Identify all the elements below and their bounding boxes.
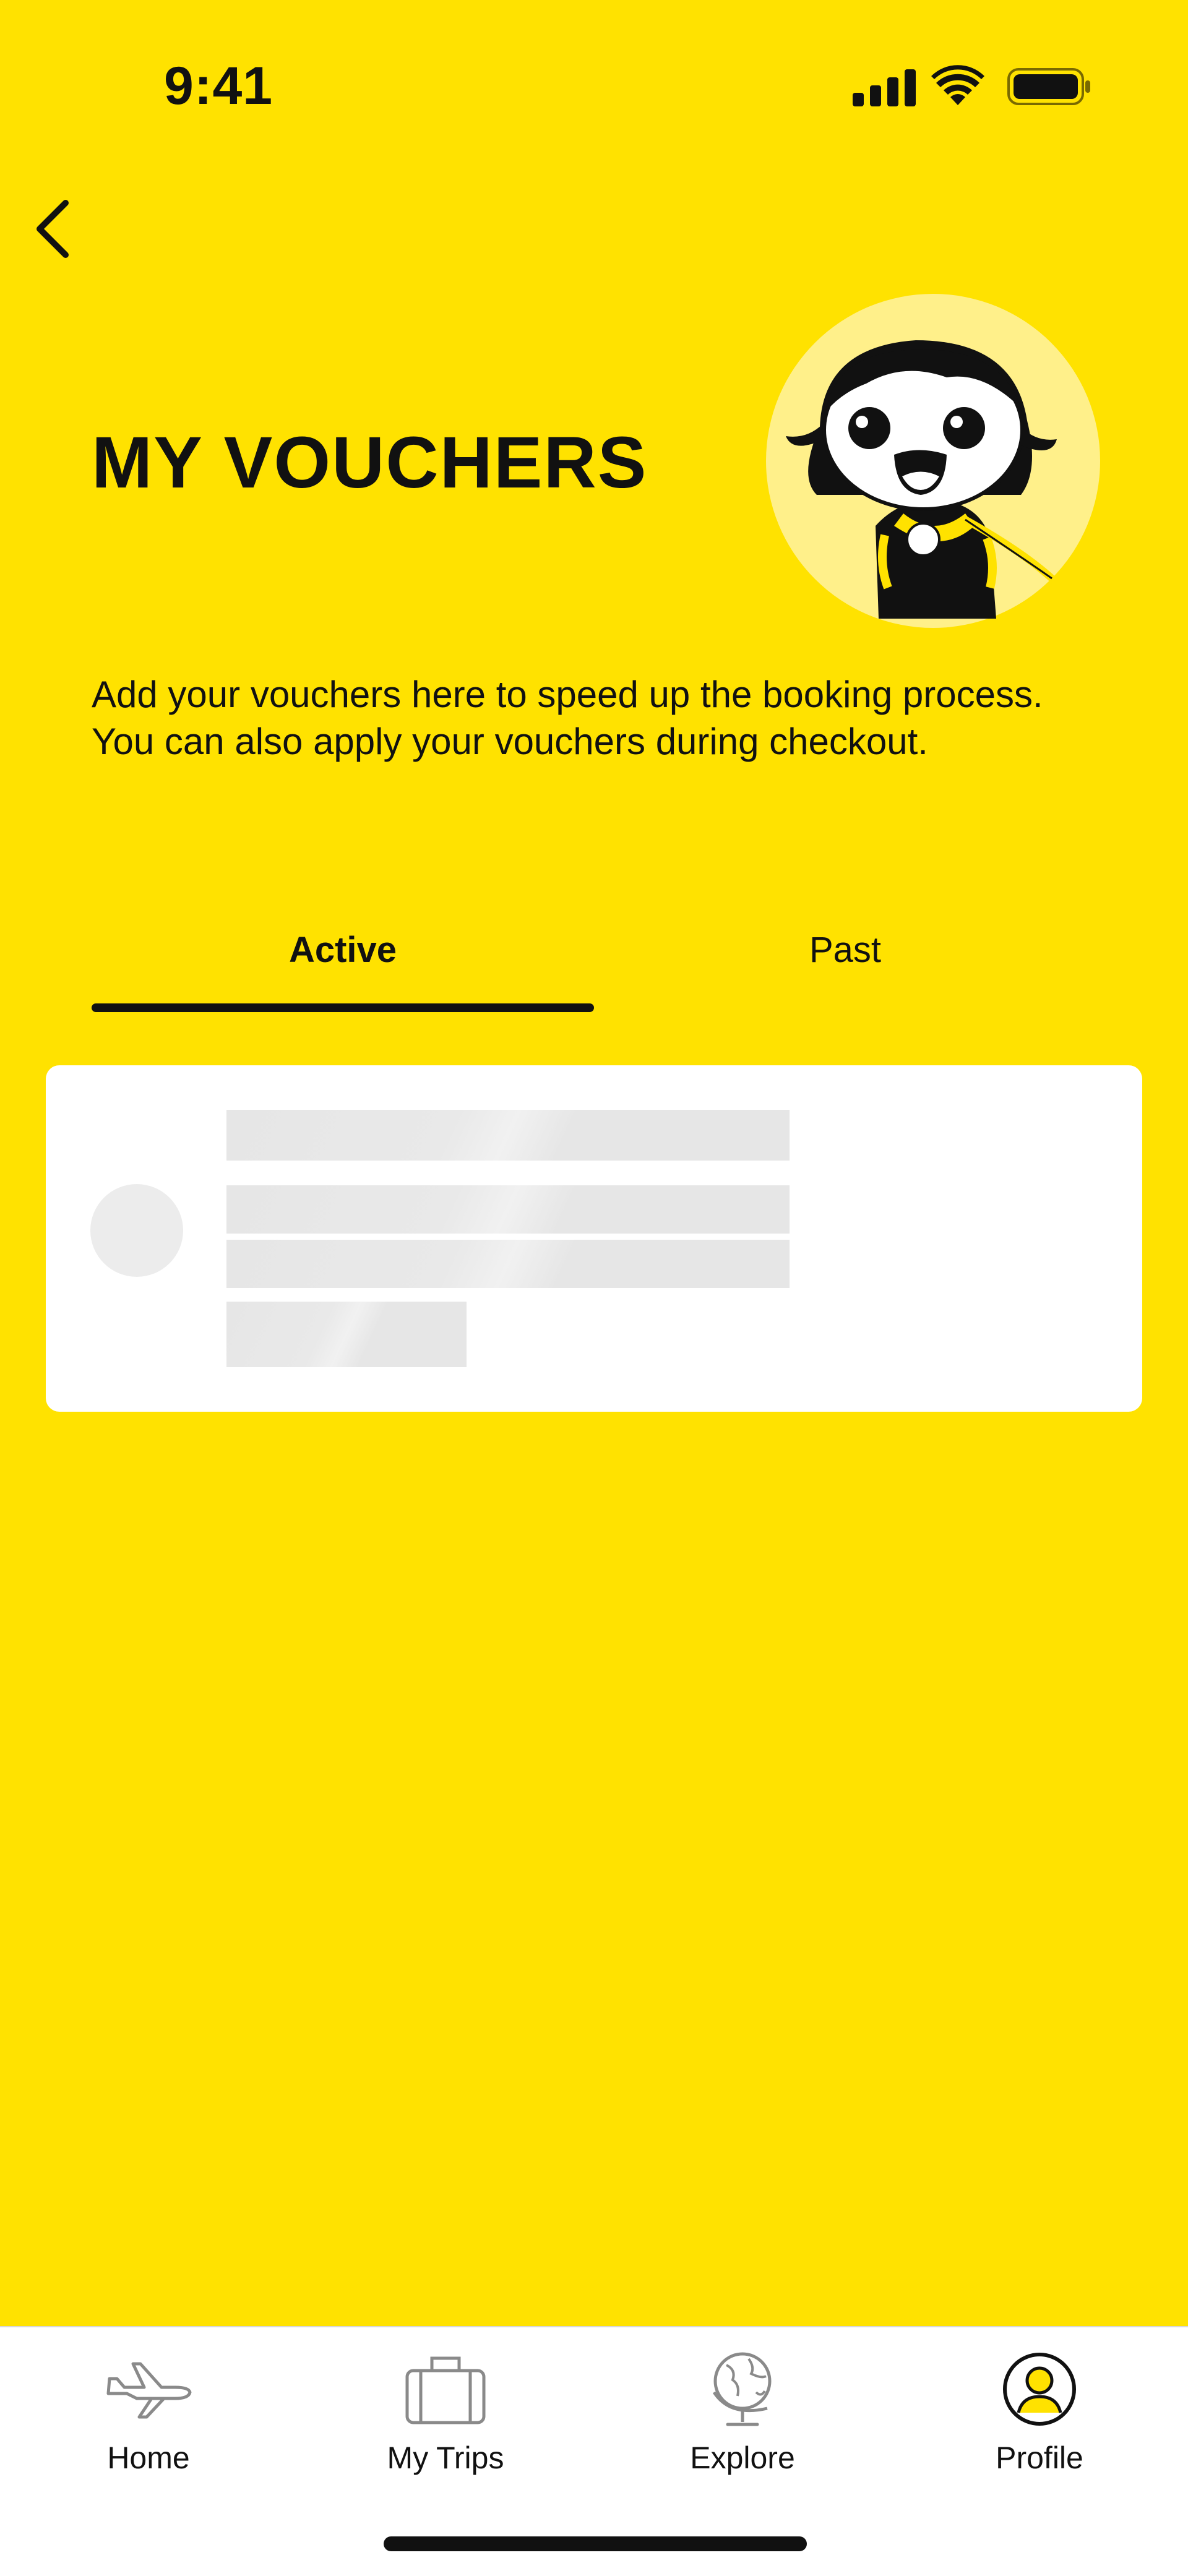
nav-label-explore: Explore <box>690 2441 795 2475</box>
status-time: 9:41 <box>164 56 273 116</box>
nav-item-my-trips[interactable]: My Trips <box>297 2340 594 2494</box>
nav-label-profile: Profile <box>996 2441 1083 2475</box>
battery-icon <box>1007 68 1090 105</box>
intro-description: Add your vouchers here to speed up the b… <box>92 674 1043 762</box>
active-tab-indicator <box>92 1003 594 1012</box>
signal-icon <box>853 69 916 106</box>
globe-icon <box>712 2352 772 2426</box>
nav-label-my-trips: My Trips <box>387 2441 504 2475</box>
voucher-card-skeleton <box>46 1065 1142 1412</box>
status-bar: 9:41 <box>0 0 1188 161</box>
tab-active[interactable]: Active <box>92 909 594 990</box>
nav-item-profile[interactable]: Profile <box>891 2340 1188 2494</box>
skeleton-line <box>226 1240 790 1288</box>
skeleton-line <box>226 1110 790 1161</box>
skeleton-avatar <box>90 1184 183 1277</box>
nav-label-home: Home <box>107 2441 190 2475</box>
tab-past[interactable]: Past <box>594 909 1096 990</box>
suitcase-icon <box>405 2356 486 2424</box>
nav-item-explore[interactable]: Explore <box>594 2340 891 2494</box>
page-title: MY VOUCHERS <box>92 422 648 504</box>
nav-item-home[interactable]: Home <box>0 2340 297 2494</box>
back-button[interactable] <box>19 192 87 266</box>
airplane-icon <box>106 2362 192 2419</box>
home-indicator <box>384 2536 807 2551</box>
wifi-icon <box>931 65 984 105</box>
mascot-illustration <box>766 294 1100 628</box>
profile-icon <box>1003 2353 1076 2426</box>
voucher-tabs: Active Past <box>92 909 1096 1015</box>
skeleton-line <box>226 1185 790 1234</box>
skeleton-line <box>226 1302 467 1367</box>
chevron-left-icon <box>37 200 69 258</box>
